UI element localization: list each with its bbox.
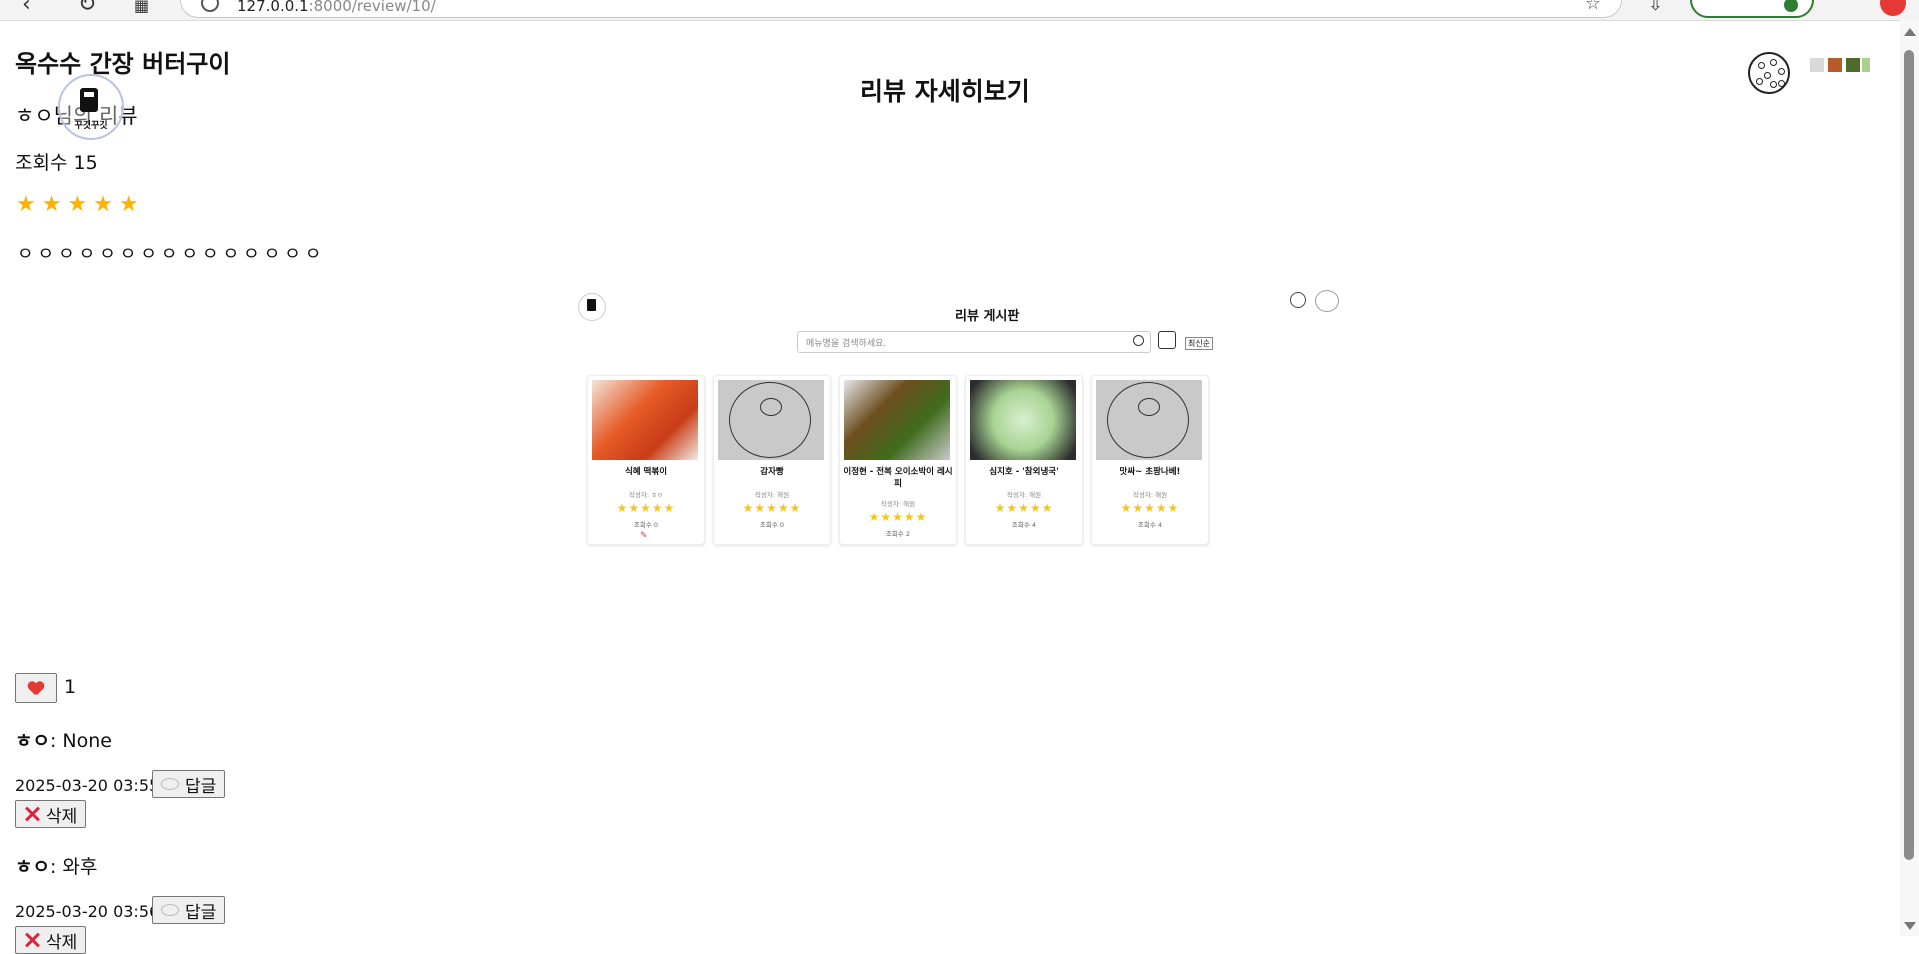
card-views: 조회수 4: [1011, 521, 1037, 529]
reply-button[interactable]: 답글: [152, 770, 226, 798]
list-item: 식혜 떡볶이 작성자: ㅎㅇ ★★★★★ 조회수 0 ✎: [587, 375, 705, 545]
like-count: 1: [64, 676, 77, 698]
cookie-icon[interactable]: [1748, 52, 1790, 94]
comment: ㅎㅇ: 와후: [15, 852, 97, 879]
comment-author: ㅎㅇ: [15, 856, 50, 878]
search-icon: [1133, 335, 1144, 346]
logo-icon: [578, 293, 606, 321]
scrollbar[interactable]: [1900, 20, 1919, 936]
card-title: 이정현 - 전복 오이소박이 레시피: [843, 467, 953, 489]
food-photo: [970, 380, 1076, 460]
card-stars: ★★★★★: [1120, 501, 1180, 515]
card-author: 작성자: 해원: [880, 500, 916, 508]
card-stars: ★★★★★: [616, 501, 676, 515]
close-icon: [24, 932, 40, 948]
card-views: 조회수 0: [633, 521, 659, 529]
card-title: 식혜 떡볶이: [624, 467, 668, 477]
card-stars: ★★★★★: [868, 510, 928, 524]
card-stars: ★★★★★: [742, 501, 802, 515]
card-author: 작성자: 해원: [1006, 491, 1042, 499]
comment-text: : 와후: [49, 856, 98, 878]
recipe-title: 옥수수 간장 버터구이: [15, 50, 231, 78]
comment-text: : None: [49, 730, 112, 752]
reply-label: 답글: [185, 902, 217, 923]
reply-label: 답글: [185, 776, 217, 797]
list-item: 맛싸~ 초팡나베! 작성자: 해원 ★★★★★ 조회수 4: [1091, 375, 1209, 545]
reply-button[interactable]: 답글: [152, 896, 226, 924]
review-image: 리뷰 게시판 메뉴명을 검색하세요. 최신순 식혜 떡볶이 작성자: ㅎㅇ ★★…: [575, 285, 1339, 545]
comment-date: 2025-03-20 03:55: [15, 776, 160, 795]
delete-label: 삭제: [46, 806, 78, 827]
browser-toolbar: ‹ ↻ ▦ 127.0.0.1:8000/review/10/ ☆ ⇩: [0, 0, 1919, 21]
search-placeholder: 메뉴명을 검색하세요.: [806, 339, 887, 349]
card-views: 조회수 0: [759, 521, 785, 529]
tabs-icon[interactable]: ▦: [134, 0, 149, 15]
rating-stars: ★★★★★: [16, 192, 145, 217]
card-views: 조회수 2: [885, 530, 911, 538]
placeholder-avatar-icon: [1096, 380, 1202, 460]
pencil-icon: ✎: [640, 531, 648, 541]
address-bar[interactable]: 127.0.0.1:8000/review/10/ ☆: [180, 0, 1622, 18]
card-title: 맛싸~ 초팡나베!: [1119, 467, 1181, 477]
list-item: 감자빵 작성자: 해원 ★★★★★ 조회수 0: [713, 375, 831, 545]
delete-button[interactable]: 삭제: [15, 926, 87, 954]
card-title: 심지호 - '참외냉국': [989, 467, 1059, 477]
reload-icon[interactable]: ↻: [78, 0, 96, 17]
list-item: 이정현 - 전복 오이소박이 레시피 작성자: 해원 ★★★★★ 조회수 2: [839, 375, 957, 545]
bookmark-star-icon[interactable]: ☆: [1585, 0, 1601, 14]
profile-thumbnail[interactable]: [1808, 50, 1872, 86]
placeholder-avatar-icon: [718, 380, 824, 460]
cookie-icon: [1290, 292, 1306, 308]
avatar[interactable]: [1880, 0, 1906, 16]
comment: ㅎㅇ: None: [15, 726, 112, 753]
search-input: 메뉴명을 검색하세요.: [797, 331, 1151, 353]
close-icon: [24, 806, 40, 822]
heart-icon: [28, 682, 44, 696]
site-info-icon[interactable]: [201, 0, 219, 12]
scroll-up-arrow-icon[interactable]: [1904, 28, 1916, 36]
card-title: 감자빵: [760, 467, 784, 477]
view-count: 조회수 15: [15, 152, 98, 174]
delete-label: 삭제: [46, 932, 78, 953]
back-icon[interactable]: ‹: [22, 0, 31, 17]
site-logo[interactable]: 꾸깃꾸깃: [58, 74, 124, 140]
board-title: 리뷰 게시판: [955, 309, 1020, 324]
card-author: 작성자: 해원: [754, 491, 790, 499]
card-views: 조회수 4: [1137, 521, 1163, 529]
edit-icon: [1158, 331, 1176, 349]
comment-date: 2025-03-20 03:56: [15, 902, 160, 921]
download-icon[interactable]: ⇩: [1648, 0, 1663, 15]
card-author: 작성자: 해원: [1132, 491, 1168, 499]
like-button[interactable]: [15, 673, 57, 703]
avatar: [1315, 290, 1339, 312]
url-text: 127.0.0.1:8000/review/10/: [237, 0, 436, 15]
review-content: ㅇㅇㅇㅇㅇㅇㅇㅇㅇㅇㅇㅇㅇㅇㅇ: [17, 244, 326, 265]
sort-select: 최신순: [1185, 337, 1214, 350]
card-author: 작성자: ㅎㅇ: [628, 491, 664, 499]
speech-bubble-icon: [161, 904, 179, 916]
card-stars: ★★★★★: [994, 501, 1054, 515]
delete-button[interactable]: 삭제: [15, 800, 87, 828]
profile-button[interactable]: [1690, 0, 1814, 18]
page-title: 리뷰 자세히보기: [860, 77, 1030, 106]
comment-author: ㅎㅇ: [15, 730, 50, 752]
food-photo: [592, 380, 698, 460]
logo-text: 꾸깃꾸깃: [74, 121, 108, 131]
scrollbar-thumb[interactable]: [1904, 50, 1914, 860]
list-item: 심지호 - '참외냉국' 작성자: 해원 ★★★★★ 조회수 4: [965, 375, 1083, 545]
logo-icon: [80, 88, 98, 112]
speech-bubble-icon: [161, 778, 179, 790]
scroll-down-arrow-icon[interactable]: [1904, 922, 1916, 930]
food-photo: [844, 380, 950, 460]
